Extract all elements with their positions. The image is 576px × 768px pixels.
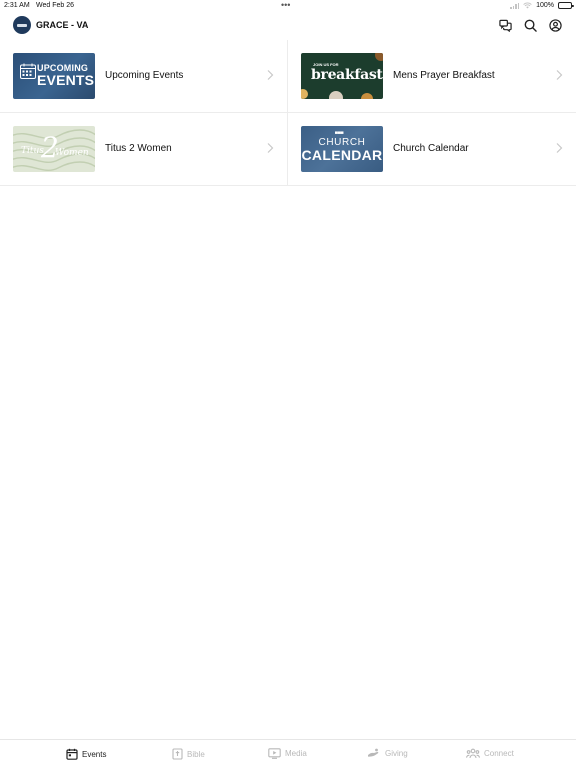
chevron-right-icon xyxy=(267,70,274,80)
food-decoration xyxy=(329,91,343,99)
tab-giving[interactable]: Giving xyxy=(367,748,408,758)
thumbnail-text: EVENTS xyxy=(37,72,95,88)
food-decoration xyxy=(301,89,308,99)
church-name: GRACE - VA xyxy=(36,20,89,30)
battery-icon xyxy=(558,2,574,9)
connect-icon xyxy=(466,748,480,759)
thumbnail-text: breakfast xyxy=(311,67,383,83)
multitasking-dots-icon[interactable]: ••• xyxy=(281,1,290,10)
chevron-right-icon xyxy=(556,70,563,80)
thumbnail-text: Women xyxy=(55,148,89,158)
upcoming-events-thumbnail: UPCOMING EVENTS xyxy=(13,53,95,99)
event-card-church-calendar[interactable]: ▀▀▀ CHURCH CALENDAR Church Calendar xyxy=(288,113,576,185)
food-decoration xyxy=(375,53,383,61)
profile-icon[interactable] xyxy=(548,18,562,32)
church-logo[interactable] xyxy=(13,16,31,34)
calendar-icon xyxy=(66,748,78,760)
bible-icon xyxy=(172,748,183,760)
event-card-mens-prayer-breakfast[interactable]: JOIN US FOR breakfast Mens Prayer Breakf… xyxy=(288,40,576,112)
search-icon[interactable] xyxy=(523,18,537,32)
cellular-signal-icon xyxy=(510,2,520,9)
calendar-graphic-icon xyxy=(20,63,36,79)
tab-bible[interactable]: Bible xyxy=(172,748,205,760)
tab-label: Giving xyxy=(385,748,408,758)
battery-percentage: 100% xyxy=(536,2,554,9)
tab-connect[interactable]: Connect xyxy=(466,748,514,759)
chat-icon[interactable] xyxy=(498,18,512,32)
church-logo-mark-icon: ▀▀▀ xyxy=(335,131,344,136)
titus-2-women-thumbnail: Titus 2 Women xyxy=(13,126,95,172)
status-bar: 2:31 AM Wed Feb 26 ••• 100% xyxy=(0,0,576,12)
bottom-tab-bar: Events Bible Media Giving Connect xyxy=(0,739,576,768)
tab-label: Connect xyxy=(484,749,514,758)
thumbnail-text: CALENDAR xyxy=(301,147,383,163)
status-time: 2:31 AM xyxy=(4,2,30,9)
tab-label: Bible xyxy=(187,749,205,759)
event-card-upcoming-events[interactable]: UPCOMING EVENTS Upcoming Events xyxy=(0,40,288,112)
status-indicators: 100% xyxy=(510,2,574,9)
header-actions xyxy=(498,18,562,32)
tab-events[interactable]: Events xyxy=(66,748,106,760)
chevron-right-icon xyxy=(556,143,563,153)
events-grid: UPCOMING EVENTS Upcoming Events JOIN US … xyxy=(0,40,576,186)
wifi-icon xyxy=(523,2,532,9)
giving-icon xyxy=(368,748,379,757)
event-card-titus-2-women[interactable]: Titus 2 Women Titus 2 Women xyxy=(0,113,288,185)
grid-row: UPCOMING EVENTS Upcoming Events JOIN US … xyxy=(0,40,576,113)
tab-label: Media xyxy=(285,749,307,758)
status-date: Wed Feb 26 xyxy=(36,2,75,9)
chevron-right-icon xyxy=(267,143,274,153)
app-header: GRACE - VA xyxy=(0,12,576,40)
tab-media[interactable]: Media xyxy=(268,748,307,759)
event-card-label: Mens Prayer Breakfast xyxy=(393,70,495,81)
tab-label: Events xyxy=(82,749,107,759)
event-card-label: Church Calendar xyxy=(393,143,469,154)
media-icon xyxy=(268,748,281,759)
event-card-label: Titus 2 Women xyxy=(105,143,172,154)
grid-row: Titus 2 Women Titus 2 Women ▀▀▀ CHURCH C… xyxy=(0,113,576,186)
event-card-label: Upcoming Events xyxy=(105,70,184,81)
church-calendar-thumbnail: ▀▀▀ CHURCH CALENDAR xyxy=(301,126,383,172)
breakfast-thumbnail: JOIN US FOR breakfast xyxy=(301,53,383,99)
food-decoration xyxy=(361,93,373,99)
